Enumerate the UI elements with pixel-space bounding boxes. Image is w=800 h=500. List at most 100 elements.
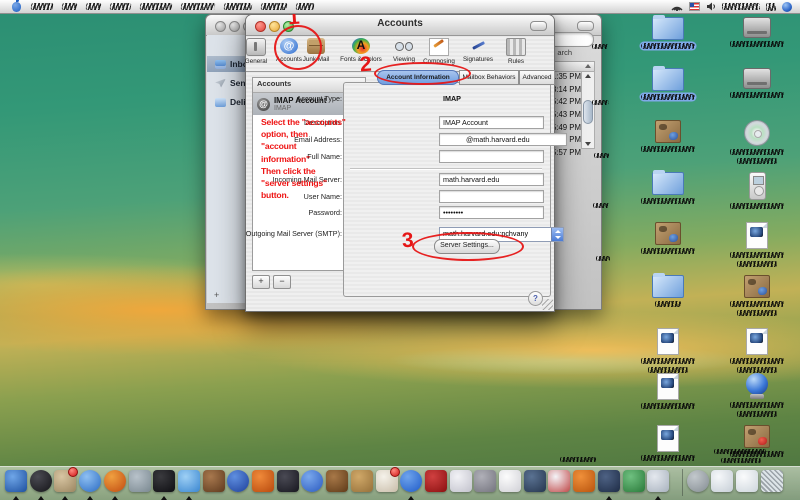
dock-icon-app-red-book[interactable]	[425, 470, 447, 492]
menu-item-redacted[interactable]	[296, 3, 315, 10]
menu-item-redacted[interactable]	[181, 3, 216, 10]
desktop-icon-folder[interactable]	[634, 275, 702, 307]
mail-close-button[interactable]	[215, 21, 226, 32]
menu-item-redacted[interactable]	[110, 3, 132, 10]
dock-icon-garageband[interactable]	[326, 470, 348, 492]
dock-icon-app-black-star[interactable]	[277, 470, 299, 492]
spotlight-orb-icon[interactable]	[782, 2, 792, 12]
dock-icon-dashboard[interactable]	[30, 470, 52, 492]
dock-icon-textedit[interactable]	[499, 470, 521, 492]
apple-menu-icon[interactable]	[12, 2, 21, 12]
redacted-icon-label	[655, 301, 681, 307]
password-field[interactable]: ••••••••	[439, 206, 544, 219]
drive-icon	[743, 17, 771, 38]
desktop-icon-document[interactable]	[634, 328, 702, 373]
dock-icon-app-brown[interactable]	[203, 470, 225, 492]
dock-icon-trash[interactable]	[761, 470, 783, 492]
desktop: Inbox Sent Delivered + arch 1:35 PM 3:14…	[0, 0, 800, 500]
tab-advanced[interactable]: Advanced	[519, 70, 555, 85]
dock-icon-terminal[interactable]	[153, 470, 175, 492]
desktop-icon-package[interactable]	[723, 275, 791, 316]
dock-icon-system-preferences[interactable]	[450, 470, 472, 492]
mail-toolbar-pill-button[interactable]	[577, 21, 594, 31]
desktop-icon-folder[interactable]	[634, 68, 702, 100]
redacted-icon-label	[730, 301, 784, 307]
dock-icon-window-folder[interactable]	[736, 470, 758, 492]
desktop-icon-document[interactable]	[723, 222, 791, 267]
dock-icon-mail[interactable]	[54, 470, 76, 492]
menu-item-redacted[interactable]	[261, 3, 288, 10]
dock-icon-finder[interactable]	[5, 470, 27, 492]
running-indicator-icon	[655, 496, 661, 500]
full-name-field[interactable]	[439, 150, 544, 163]
dock-icon-app-blue-disc[interactable]	[227, 470, 249, 492]
annotation-circle-server-settings	[412, 232, 524, 261]
viewing-icon	[395, 38, 413, 54]
menu-item-redacted[interactable]	[86, 3, 102, 10]
redacted-icon-label	[641, 94, 695, 100]
desktop-icon-folder[interactable]	[634, 17, 702, 49]
dock-icon-ink-app[interactable]	[598, 470, 620, 492]
dock-icon-app-blue-cd[interactable]	[301, 470, 323, 492]
dock-icon-calendar[interactable]	[376, 470, 398, 492]
account-type-label: Account Type:	[297, 94, 342, 103]
account-type: IMAP	[274, 105, 326, 112]
message-list-scrollbar[interactable]	[581, 71, 595, 149]
desktop-icon-document[interactable]	[723, 328, 791, 373]
dock-icon-chart-app[interactable]	[623, 470, 645, 492]
redacted-icon-label	[730, 203, 784, 209]
scroll-up-arrow-icon[interactable]	[585, 74, 591, 78]
dock-icon-app-package[interactable]	[351, 470, 373, 492]
dock-icon-quicktime[interactable]	[400, 470, 422, 492]
dock-icon-documents-stack[interactable]	[711, 470, 733, 492]
rules-icon	[506, 38, 526, 56]
redacted-icon-label	[641, 248, 695, 254]
menu-item-redacted[interactable]	[224, 3, 253, 10]
sort-arrow-icon	[585, 64, 591, 68]
help-button[interactable]: ?	[528, 291, 543, 306]
menu-item-redacted[interactable]	[62, 3, 78, 10]
desktop-icon-ipod[interactable]	[723, 172, 791, 209]
desktop-icon-orb[interactable]	[723, 373, 791, 417]
scroll-down-arrow-icon[interactable]	[585, 142, 591, 146]
dock-icon-safari[interactable]	[79, 470, 101, 492]
dock-icon-app-orange[interactable]	[252, 470, 274, 492]
menu-item-redacted[interactable]	[140, 3, 173, 10]
desktop-icon-package[interactable]	[634, 120, 702, 152]
desktop-icon-folder[interactable]	[634, 172, 702, 204]
document-icon	[746, 222, 768, 249]
desktop-icon-document[interactable]	[634, 373, 702, 409]
toolbar-pill-button[interactable]	[530, 21, 547, 31]
dock-icon-photo-app[interactable]	[647, 470, 669, 492]
toolbar-item-rules[interactable]: Rules	[494, 38, 538, 65]
mail-minimize-button[interactable]	[229, 21, 240, 32]
user-name-field[interactable]	[439, 190, 544, 203]
running-indicator-icon	[62, 496, 68, 500]
input-flag-icon[interactable]	[689, 2, 700, 11]
menu-item-redacted[interactable]	[31, 3, 54, 10]
wifi-icon[interactable]	[671, 2, 683, 11]
desktop-icon-drive[interactable]	[723, 17, 791, 47]
orb-icon	[745, 373, 769, 399]
desktop-icon-package[interactable]	[634, 222, 702, 254]
desktop-icon-cd[interactable]	[723, 120, 791, 164]
toolbar-item-composing[interactable]: Composing	[417, 38, 461, 65]
dock-icon-ichat[interactable]	[178, 470, 200, 492]
volume-icon[interactable]	[706, 2, 716, 11]
dock-icon-app-gray-pouch[interactable]	[474, 470, 496, 492]
dock-icon-keynote[interactable]	[573, 470, 595, 492]
dock-icon-app-x-tool[interactable]	[524, 470, 546, 492]
dock-icon-app-gray-hand[interactable]	[129, 470, 151, 492]
resize-grip[interactable]	[542, 299, 553, 310]
email-address-field[interactable]: @math.harvard.edu	[439, 133, 567, 146]
dock-icon-app-gray-disc[interactable]	[687, 470, 709, 492]
incoming-server-field[interactable]: math.harvard.edu	[439, 173, 544, 186]
remove-account-button[interactable]: −	[273, 275, 291, 289]
dock-icon-firefox[interactable]	[104, 470, 126, 492]
desktop-icon-drive[interactable]	[723, 68, 791, 98]
dock-icon-calculator[interactable]	[548, 470, 570, 492]
description-field[interactable]: IMAP Account	[439, 116, 544, 129]
desktop-icon-document[interactable]	[634, 425, 702, 461]
add-account-button[interactable]: +	[252, 275, 270, 289]
mail-add-mailbox-button[interactable]: +	[214, 290, 219, 300]
